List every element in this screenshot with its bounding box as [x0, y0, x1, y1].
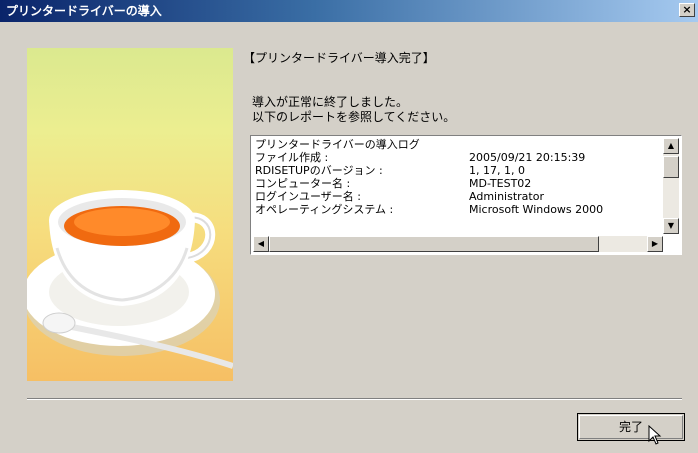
install-log-box[interactable]: プリンタードライバーの導入ログ ファイル作成 : 2005/09/21 20:1…: [250, 135, 682, 255]
close-icon: ×: [682, 3, 692, 16]
install-log-content: プリンタードライバーの導入ログ ファイル作成 : 2005/09/21 20:1…: [253, 138, 661, 234]
log-value: Administrator: [469, 190, 544, 203]
log-row: ログインユーザー名 : Administrator: [253, 190, 661, 203]
completion-heading: 【プリンタードライバー導入完了】: [243, 51, 435, 65]
log-row: RDISETUPのバージョン : 1, 17, 1, 0: [253, 164, 661, 177]
vertical-scroll-thumb[interactable]: [663, 156, 679, 178]
log-label: オペレーティングシステム :: [255, 203, 394, 216]
teacup-illustration-panel: [27, 48, 233, 381]
log-value: Microsoft Windows 2000: [469, 203, 604, 216]
scroll-up-button[interactable]: ▲: [663, 138, 679, 154]
arrow-left-icon: ◀: [257, 239, 265, 248]
title-bar: プリンタードライバーの導入 ×: [0, 0, 698, 22]
horizontal-scroll-thumb[interactable]: [269, 236, 599, 252]
close-button[interactable]: ×: [679, 3, 695, 17]
log-row: オペレーティングシステム : Microsoft Windows 2000: [253, 203, 661, 216]
horizontal-scrollbar[interactable]: ◀ ▶: [253, 236, 663, 252]
arrow-up-icon: ▲: [667, 141, 675, 150]
message-line: 導入が正常に終了しました。: [252, 95, 409, 109]
finish-button-label: 完了: [579, 415, 683, 439]
arrow-right-icon: ▶: [651, 239, 659, 248]
log-label: ファイル作成 :: [255, 151, 329, 164]
vertical-scrollbar[interactable]: ▲ ▼: [663, 138, 679, 234]
finish-button[interactable]: 完了: [577, 413, 685, 441]
scroll-right-button[interactable]: ▶: [647, 236, 663, 252]
teacup-illustration: [27, 190, 233, 369]
log-row: コンピューター名 : MD-TEST02: [253, 177, 661, 190]
message-line: 以下のレポートを参照してください。: [252, 110, 456, 124]
log-value: MD-TEST02: [469, 177, 532, 190]
window-title: プリンタードライバーの導入: [6, 4, 162, 18]
scroll-down-button[interactable]: ▼: [663, 218, 679, 234]
completion-message: 導入が正常に終了しました。 以下のレポートを参照してください。: [252, 95, 455, 125]
log-label: コンピューター名 :: [255, 177, 351, 190]
log-value: 2005/09/21 20:15:39: [469, 151, 586, 164]
log-row: プリンタードライバーの導入ログ: [253, 138, 661, 151]
log-row: ファイル作成 : 2005/09/21 20:15:39: [253, 151, 661, 164]
log-value: 1, 17, 1, 0: [469, 164, 525, 177]
arrow-down-icon: ▼: [667, 221, 675, 230]
log-label: RDISETUPのバージョン :: [255, 164, 383, 177]
scroll-left-button[interactable]: ◀: [253, 236, 269, 252]
log-label: ログインユーザー名 :: [255, 190, 361, 203]
mouse-pointer-icon: [648, 425, 662, 445]
separator: [27, 398, 682, 400]
log-label: プリンタードライバーの導入ログ: [255, 138, 420, 151]
